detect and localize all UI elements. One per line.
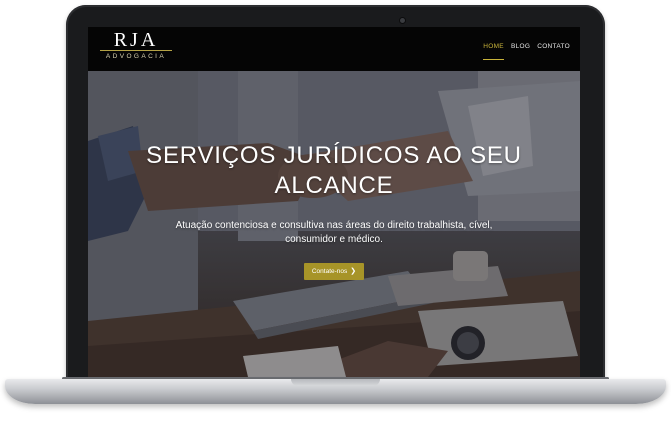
- laptop-screen: RJA ADVOGACIA HOME BLOG CONTATO SERVIÇOS…: [88, 27, 580, 377]
- site-header: RJA ADVOGACIA HOME BLOG CONTATO: [88, 27, 580, 71]
- hero-subtitle: Atuação contenciosa e consultiva nas áre…: [175, 220, 493, 245]
- logo-mark: RJA: [113, 29, 159, 51]
- site-logo[interactable]: RJA ADVOGACIA: [96, 29, 176, 67]
- main-nav: HOME BLOG CONTATO: [483, 42, 570, 60]
- logo-divider: [100, 50, 172, 51]
- contact-button[interactable]: Contate-nos ❯: [304, 263, 364, 280]
- laptop-opening-notch: [291, 379, 380, 386]
- hero-title: SERVIÇOS JURÍDICOS AO SEU ALCANCE: [146, 142, 522, 199]
- nav-item-contato[interactable]: CONTATO: [537, 42, 570, 51]
- contact-button-label: Contate-nos: [311, 268, 348, 275]
- nav-item-blog[interactable]: BLOG: [511, 42, 530, 51]
- laptop-mockup: RJA ADVOGACIA HOME BLOG CONTATO SERVIÇOS…: [0, 0, 671, 429]
- webcam-icon: [400, 18, 405, 23]
- logo-subtitle: ADVOGACIA: [105, 53, 167, 60]
- nav-item-home[interactable]: HOME: [483, 42, 504, 60]
- laptop-base: [5, 379, 666, 404]
- chevron-right-icon: ❯: [350, 268, 357, 275]
- hero-section: SERVIÇOS JURÍDICOS AO SEU ALCANCE Atuaçã…: [88, 71, 580, 377]
